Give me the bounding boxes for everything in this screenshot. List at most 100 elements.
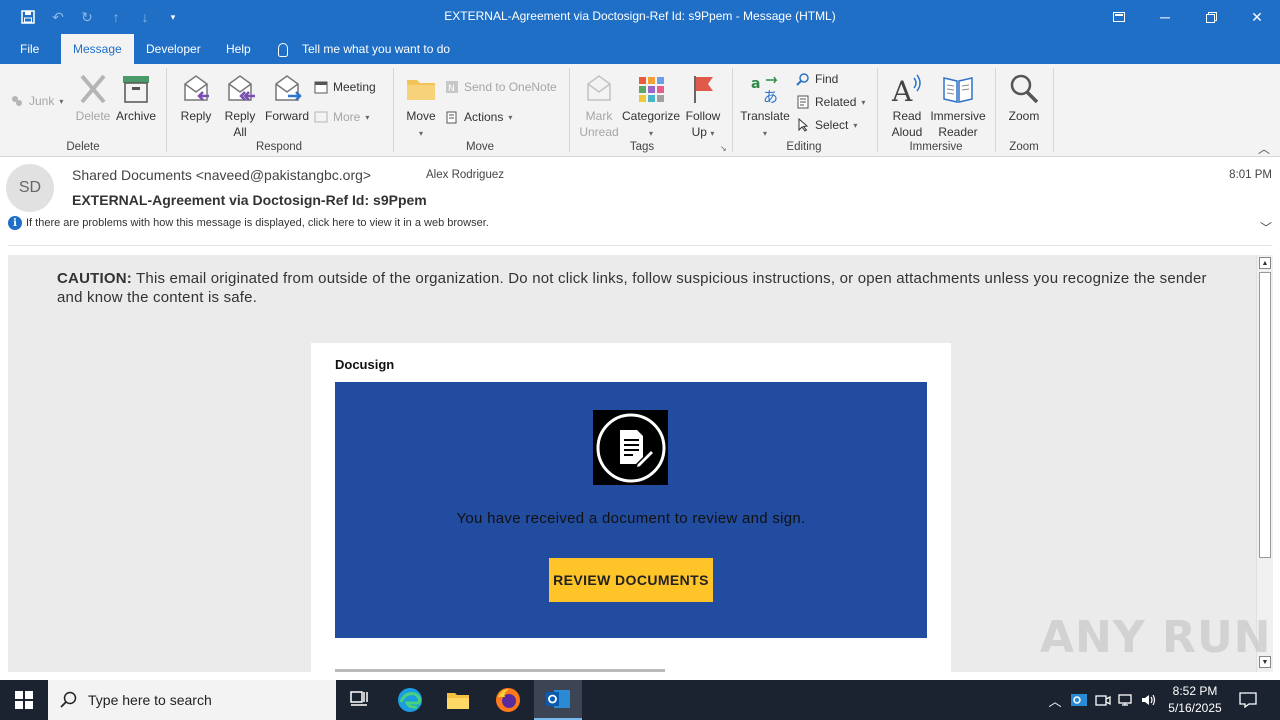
outlook-tray-icon[interactable] xyxy=(1070,680,1088,720)
group-separator xyxy=(393,68,394,152)
scroll-up-arrow[interactable]: ▲ xyxy=(1259,257,1271,269)
caution-label: CAUTION: xyxy=(57,270,132,287)
categorize-button[interactable]: Categorize ▾ xyxy=(622,72,680,142)
archive-label: Archive xyxy=(115,109,156,123)
move-button[interactable]: Move ▾ xyxy=(402,72,440,142)
edge-icon xyxy=(398,688,422,712)
save-icon[interactable] xyxy=(18,7,38,27)
zoom-button[interactable]: Zoom xyxy=(1004,72,1044,124)
svg-text:あ: あ xyxy=(763,88,778,106)
immersive-reader-icon xyxy=(943,77,973,103)
meeting-icon xyxy=(314,81,328,94)
reply-button[interactable]: Reply xyxy=(176,72,216,124)
more-button[interactable]: More ▾ xyxy=(314,108,369,126)
network-icon[interactable] xyxy=(1117,680,1135,720)
clipped-text-line xyxy=(335,669,665,672)
redo-icon[interactable]: ↻ xyxy=(77,7,97,27)
start-button[interactable] xyxy=(0,680,48,720)
brand-name: Docusign xyxy=(335,357,395,372)
reply-all-label-line2: All xyxy=(233,125,247,139)
outlook-app[interactable] xyxy=(534,680,582,720)
actions-button[interactable]: Actions ▾ xyxy=(445,108,512,126)
reply-all-icon xyxy=(228,75,255,101)
related-button[interactable]: Related ▾ xyxy=(796,93,865,111)
vertical-scrollbar[interactable]: ▲ ▼ xyxy=(1256,255,1273,672)
svg-text:a: a xyxy=(751,76,760,92)
meet-now-icon[interactable] xyxy=(1094,680,1112,720)
expand-header-icon[interactable]: ﹀ xyxy=(1260,219,1272,236)
immersive-reader-label-line2: Reader xyxy=(938,125,978,139)
group-label-zoom: Zoom xyxy=(1009,141,1039,153)
previous-item-icon[interactable]: ↑ xyxy=(106,7,126,27)
translate-icon: aあ xyxy=(751,76,778,106)
immersive-reader-button[interactable]: Immersive Reader xyxy=(928,72,988,140)
firefox-app[interactable] xyxy=(484,680,532,720)
junk-button[interactable]: Junk ▾ xyxy=(10,92,63,110)
mark-unread-button[interactable]: Mark Unread xyxy=(578,72,620,140)
file-explorer-app[interactable] xyxy=(434,680,482,720)
taskbar-clock[interactable]: 8:52 PM 5/16/2025 xyxy=(1160,683,1230,717)
translate-label: Translate xyxy=(740,109,790,123)
recipient[interactable]: Alex Rodriguez xyxy=(426,169,504,181)
volume-icon[interactable] xyxy=(1140,680,1158,720)
delete-label: Delete xyxy=(75,109,111,123)
sender[interactable]: Shared Documents <naveed@pakistangbc.org… xyxy=(72,167,371,183)
follow-up-label-line2: Up xyxy=(691,125,707,139)
next-item-icon[interactable]: ↓ xyxy=(135,7,155,27)
lightbulb-icon xyxy=(278,42,288,57)
mark-unread-icon xyxy=(587,75,611,101)
info-bar[interactable]: i If there are problems with how this me… xyxy=(8,216,489,230)
zoom-label: Zoom xyxy=(1008,109,1040,123)
group-label-editing: Editing xyxy=(786,141,822,153)
reply-all-button[interactable]: Reply All xyxy=(218,72,262,140)
tab-developer[interactable]: Developer xyxy=(134,34,213,64)
junk-label: Junk xyxy=(29,94,55,108)
taskbar-search[interactable]: Type here to search xyxy=(48,680,336,720)
group-label-tags: Tags xyxy=(629,141,655,153)
forward-button[interactable]: Forward xyxy=(264,72,310,124)
follow-up-button[interactable]: Follow Up ▾ xyxy=(682,72,724,142)
maximize-button[interactable] xyxy=(1188,0,1234,34)
subject: EXTERNAL-Agreement via Doctosign-Ref Id:… xyxy=(72,192,427,208)
edge-app[interactable] xyxy=(386,680,434,720)
meeting-button[interactable]: Meeting xyxy=(314,78,376,96)
undo-icon[interactable]: ↶ xyxy=(48,7,68,27)
window-title: EXTERNAL-Agreement via Doctosign-Ref Id:… xyxy=(444,9,836,23)
archive-button[interactable]: Archive xyxy=(114,72,158,124)
mark-unread-label-line2: Unread xyxy=(579,125,619,139)
more-label: More xyxy=(333,110,361,124)
junk-icon xyxy=(12,96,22,106)
search-icon xyxy=(796,73,809,86)
document-banner: You have received a document to review a… xyxy=(335,382,927,638)
minimize-button[interactable]: ─ xyxy=(1142,0,1188,34)
select-label: Select xyxy=(815,118,849,132)
clock-date: 5/16/2025 xyxy=(1168,701,1222,715)
chevron-down-icon: ▾ xyxy=(365,112,370,122)
ribbon-display-options-icon[interactable] xyxy=(1096,0,1142,34)
tab-file[interactable]: File xyxy=(8,34,51,64)
related-label: Related xyxy=(815,95,857,109)
tab-message[interactable]: Message xyxy=(61,34,134,64)
close-button[interactable]: ✕ xyxy=(1234,0,1280,34)
scroll-thumb[interactable] xyxy=(1259,272,1271,558)
task-view-button[interactable] xyxy=(336,680,384,720)
related-icon xyxy=(797,95,809,109)
search-icon xyxy=(60,691,77,708)
translate-button[interactable]: aあ Translate ▾ xyxy=(740,72,790,142)
select-button[interactable]: Select ▾ xyxy=(796,116,857,134)
show-hidden-icons[interactable]: ︿ xyxy=(1046,680,1064,720)
review-documents-button[interactable]: REVIEW DOCUMENTS xyxy=(549,558,713,602)
read-aloud-button[interactable]: A Read Aloud xyxy=(886,72,928,140)
caution-text: This email originated from outside of th… xyxy=(57,270,1207,306)
tab-help[interactable]: Help xyxy=(214,34,263,64)
customize-toolbar-icon[interactable]: ▾ xyxy=(163,7,183,27)
collapse-ribbon-icon[interactable]: ︿ xyxy=(1258,140,1270,157)
send-to-onenote-button[interactable]: N Send to OneNote xyxy=(445,78,557,96)
banner-message: You have received a document to review a… xyxy=(456,510,806,527)
group-label-respond: Respond xyxy=(255,141,303,153)
find-button[interactable]: Find xyxy=(796,70,838,88)
dialog-launcher-icon[interactable]: ↘ xyxy=(720,144,727,153)
notifications-icon[interactable] xyxy=(1236,680,1260,720)
delete-button[interactable]: Delete xyxy=(72,72,114,124)
tell-me-search[interactable]: Tell me what you want to do xyxy=(278,34,450,64)
